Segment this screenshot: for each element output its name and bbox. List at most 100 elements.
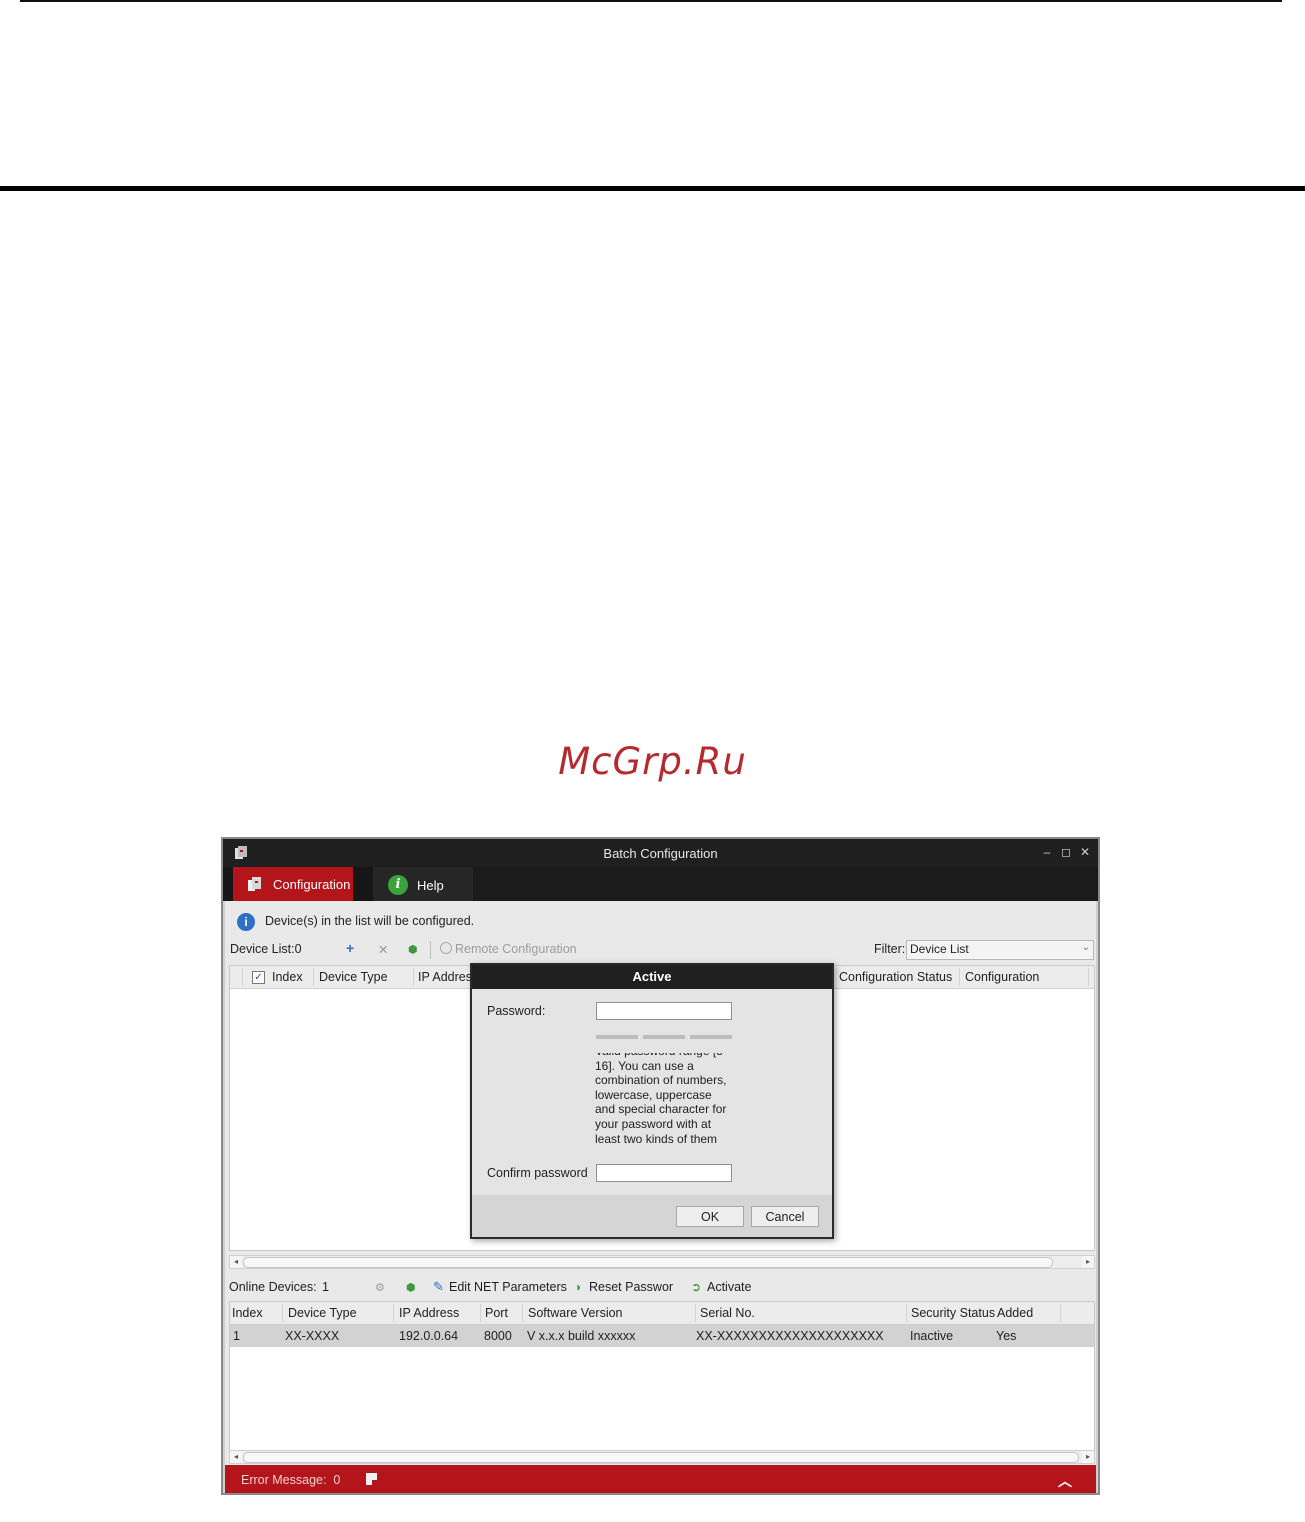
device-config-icon [248, 877, 261, 891]
confirm-password-label: Confirm password [487, 1166, 588, 1180]
remote-config-button[interactable]: Remote Configuration [440, 942, 577, 956]
scroll-left-icon[interactable]: ◂ [230, 1451, 242, 1463]
password-label: Password: [487, 1004, 546, 1018]
help-info-icon: i [388, 875, 408, 895]
column-header-ip-address[interactable]: IP Address [399, 1306, 459, 1320]
cell-port: 8000 [484, 1329, 512, 1343]
column-divider [959, 968, 960, 986]
password-strength-bar-2 [643, 1035, 685, 1039]
header-rule [0, 186, 1305, 191]
title-bar: Batch Configuration – ◻ ✕ [223, 839, 1098, 867]
dialog-title: Active [472, 965, 832, 989]
reset-password-button[interactable]: Reset Passwor [589, 1280, 673, 1294]
filter-label: Filter: [874, 942, 906, 956]
password-strength-bar-3 [690, 1035, 732, 1039]
edit-icon: ✎ [433, 1279, 444, 1294]
error-log-icon[interactable] [366, 1473, 377, 1485]
close-icon[interactable]: ✕ [1078, 845, 1092, 859]
refresh-icon[interactable]: ⬢ [408, 943, 418, 956]
cell-software-version: V x.x.x build xxxxxx [527, 1329, 636, 1343]
delete-device-icon[interactable]: ✕ [378, 942, 388, 957]
info-icon: i [237, 913, 255, 931]
column-divider [906, 1304, 907, 1322]
online-devices-label: Online Devices: [229, 1280, 317, 1294]
column-divider [695, 1304, 696, 1322]
toolbar-separator [430, 941, 431, 959]
column-header-software-version[interactable]: Software Version [528, 1306, 623, 1320]
activate-icon: ➲ [691, 1280, 702, 1294]
scroll-thumb[interactable] [243, 1452, 1079, 1463]
refresh-icon[interactable]: ⬢ [406, 1281, 416, 1294]
cell-ip-address: 192.0.0.64 [399, 1329, 459, 1343]
info-text: Device(s) in the list will be configured… [265, 914, 475, 928]
online-devices-toolbar: Online Devices: 1 ⚙ ⬢ ✎ Edit NET Paramet… [225, 1277, 1096, 1299]
window-title: Batch Configuration [603, 846, 718, 861]
password-hint: Valid password range [8-16]. You can use… [595, 1053, 731, 1159]
password-input[interactable] [596, 1002, 732, 1020]
online-devices-header: Index Device Type IP Address Port Softwa… [230, 1302, 1094, 1325]
column-divider [242, 968, 243, 986]
column-header-index[interactable]: Index [232, 1306, 263, 1320]
column-header-serial-no[interactable]: Serial No. [700, 1306, 755, 1320]
scroll-right-icon[interactable]: ▸ [1082, 1451, 1094, 1463]
online-devices-count: 1 [322, 1280, 329, 1294]
watermark-text: McGrp.Ru [558, 740, 747, 783]
scroll-right-icon[interactable]: ▸ [1082, 1256, 1094, 1268]
chevron-down-icon: ⌄ [1081, 942, 1090, 953]
expand-up-icon[interactable]: ︿ [1058, 1471, 1072, 1491]
scroll-thumb[interactable] [243, 1257, 1053, 1268]
tab-configuration[interactable]: Configuration [233, 867, 353, 901]
edit-net-parameters-button[interactable]: Edit NET Parameters [449, 1280, 567, 1294]
cell-security-status: Inactive [910, 1329, 954, 1343]
column-header-security-status[interactable]: Security Status [911, 1306, 995, 1320]
error-message-label: Error Message: 0 [241, 1473, 340, 1487]
filter-select[interactable]: Device List ⌄ [906, 940, 1094, 960]
remote-config-icon [440, 942, 452, 954]
remote-config-label: Remote Configuration [455, 942, 577, 956]
online-devices-scrollbar[interactable]: ◂ ▸ [229, 1450, 1095, 1464]
select-all-checkbox[interactable]: ✓ [252, 971, 265, 984]
cell-serial-no: XX-XXXXXXXXXXXXXXXXXXXX [696, 1329, 884, 1343]
error-message-count: 0 [333, 1473, 341, 1487]
tab-help-label: Help [417, 878, 444, 893]
device-list-scrollbar[interactable]: ◂ ▸ [229, 1255, 1095, 1269]
status-bar: Error Message: 0 ︿ [225, 1465, 1096, 1493]
filter-icon[interactable]: ⚙ [375, 1281, 385, 1294]
column-divider [393, 1304, 394, 1322]
column-divider [1088, 968, 1089, 986]
device-list-count: Device List:0 [230, 942, 302, 956]
cell-index: 1 [233, 1329, 240, 1343]
tab-help[interactable]: i Help [373, 867, 473, 901]
activate-dialog: Active Password: Valid password range [8… [470, 963, 834, 1239]
device-list-toolbar: Device List:0 + ✕ ⬢ Remote Configuration… [225, 939, 1096, 961]
column-header-device-type[interactable]: Device Type [319, 970, 388, 984]
column-header-index[interactable]: Index [272, 970, 303, 984]
password-strength-bar-1 [596, 1035, 638, 1039]
activate-button[interactable]: Activate [707, 1280, 751, 1294]
column-header-configuration-status[interactable]: Configuration Status [839, 970, 952, 984]
column-divider [313, 968, 314, 986]
column-divider [480, 1304, 481, 1322]
ok-button[interactable]: OK [676, 1206, 744, 1227]
column-divider [1060, 1304, 1061, 1322]
column-divider [282, 1304, 283, 1322]
minimize-icon[interactable]: – [1040, 845, 1054, 859]
cancel-button[interactable]: Cancel [751, 1206, 819, 1227]
add-device-icon[interactable]: + [346, 940, 354, 956]
tab-bar-fill [473, 867, 1098, 901]
error-message-text: Error Message: [241, 1473, 327, 1487]
column-header-configuration[interactable]: Configuration [965, 970, 1039, 984]
column-header-port[interactable]: Port [485, 1306, 508, 1320]
column-divider [522, 1304, 523, 1322]
restore-icon[interactable]: ◻ [1059, 845, 1073, 859]
column-header-added[interactable]: Added [997, 1306, 1033, 1320]
password-hint-text: Valid password range [8-16]. You can use… [595, 1053, 727, 1146]
filter-select-value: Device List [910, 942, 969, 956]
confirm-password-input[interactable] [596, 1164, 732, 1182]
reset-password-icon: ◗ [575, 1280, 583, 1294]
column-header-device-type[interactable]: Device Type [288, 1306, 357, 1320]
tab-bar: Configuration i Help [223, 867, 1098, 901]
table-row[interactable]: 1 XX-XXXX 192.0.0.64 8000 V x.x.x build … [230, 1325, 1094, 1347]
online-devices-table: Index Device Type IP Address Port Softwa… [229, 1301, 1095, 1453]
scroll-left-icon[interactable]: ◂ [230, 1256, 242, 1268]
